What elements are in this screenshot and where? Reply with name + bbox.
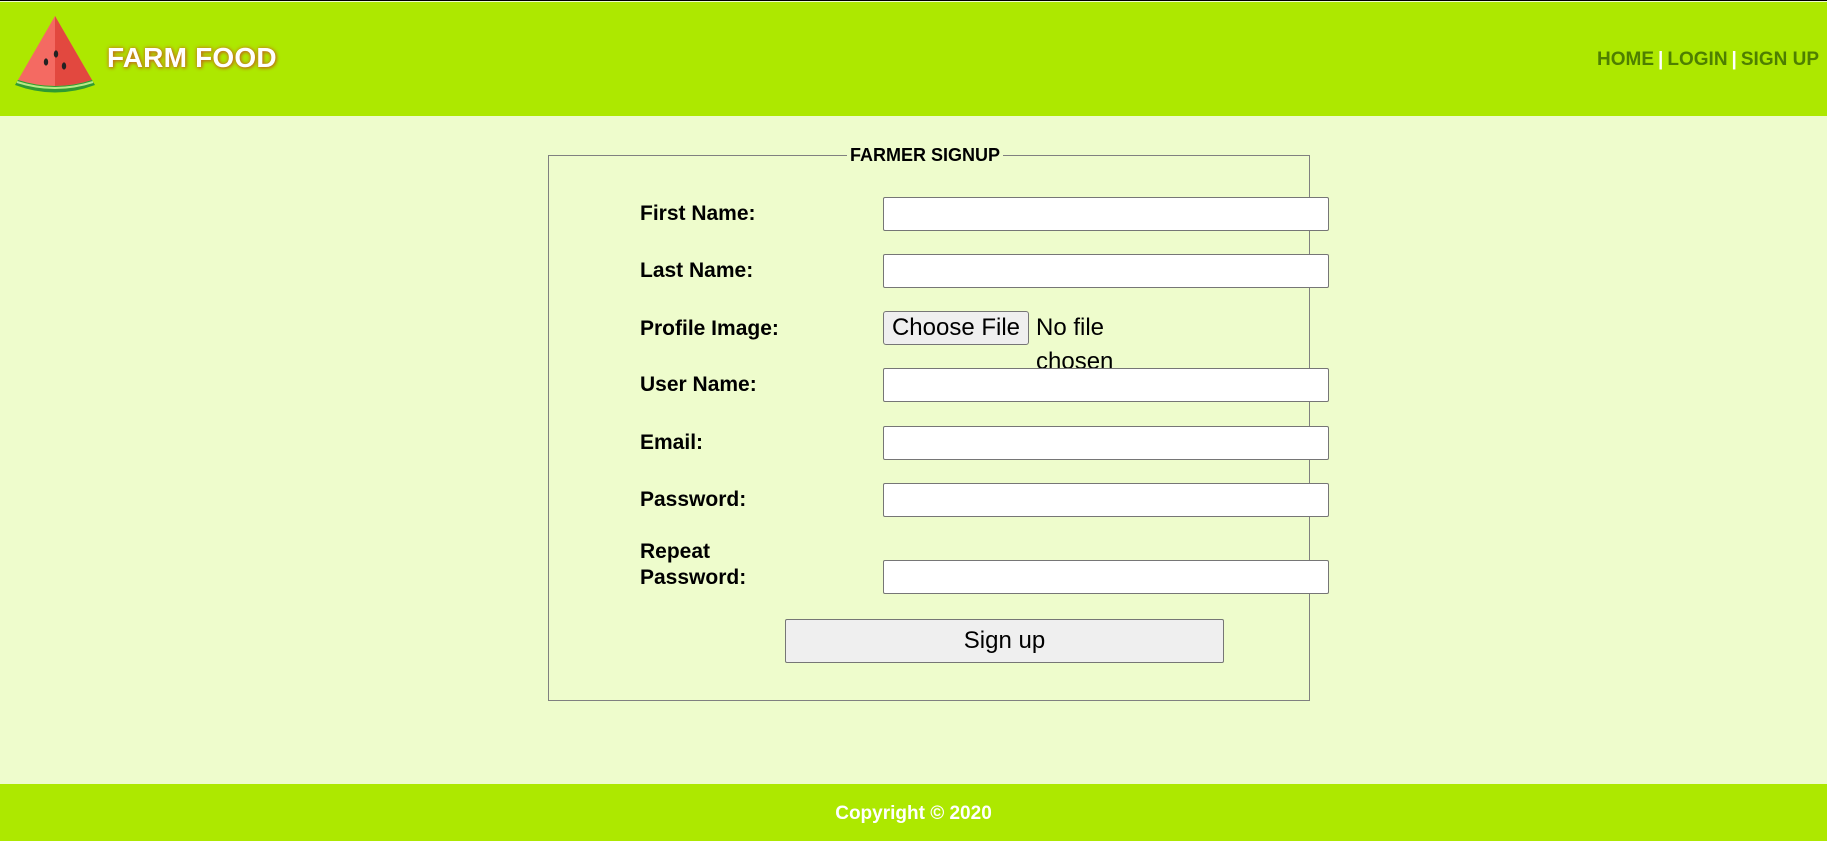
first-name-label: First Name: [640,202,756,225]
last-name-input[interactable] [883,254,1329,288]
top-nav: HOME | LOGIN | SIGN UP [1597,49,1819,71]
choose-file-button[interactable]: Choose File [883,311,1029,345]
password-label: Password: [640,488,747,511]
first-name-input[interactable] [883,197,1329,231]
repeat-password-label-line1: Repeat [640,540,711,563]
email-input[interactable] [883,426,1329,460]
nav-separator: | [1731,49,1737,70]
site-footer: Copyright © 2020 [0,784,1827,841]
user-name-label: User Name: [640,373,757,396]
site-header: FARM FOOD HOME | LOGIN | SIGN UP [0,2,1827,116]
nav-login-link[interactable]: LOGIN [1667,49,1727,70]
user-name-input[interactable] [883,368,1329,402]
sign-up-button[interactable]: Sign up [785,619,1224,663]
form-legend: FARMER SIGNUP [847,145,1004,166]
email-label: Email: [640,431,704,454]
repeat-password-input[interactable] [883,560,1329,594]
nav-signup-link[interactable]: SIGN UP [1741,49,1819,70]
profile-image-label: Profile Image: [640,317,779,340]
password-input[interactable] [883,483,1329,517]
brand-title: FARM FOOD [107,42,277,73]
nav-home-link[interactable]: HOME [1597,49,1654,70]
repeat-password-label-line2: Password: [640,566,747,589]
last-name-label: Last Name: [640,259,754,282]
farmer-signup-form: FARMER SIGNUP First Name: Last Name: Pro… [548,145,1329,701]
nav-separator: | [1658,49,1664,70]
copyright-text: Copyright © 2020 [835,803,992,824]
watermelon-slice-icon[interactable] [12,14,98,96]
repeat-password-label: Repeat Password: [640,539,790,591]
